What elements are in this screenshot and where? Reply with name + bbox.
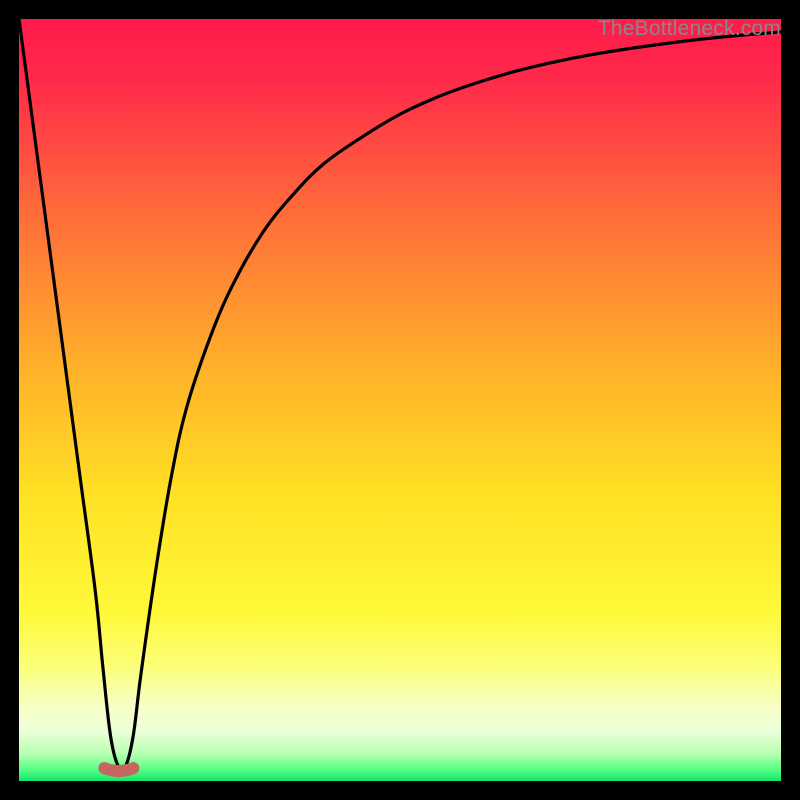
minimum-marker bbox=[104, 768, 133, 771]
watermark-text: TheBottleneck.com bbox=[598, 17, 781, 41]
heat-background bbox=[19, 19, 781, 781]
chart-frame: TheBottleneck.com bbox=[19, 19, 781, 781]
chart-svg bbox=[19, 19, 781, 781]
